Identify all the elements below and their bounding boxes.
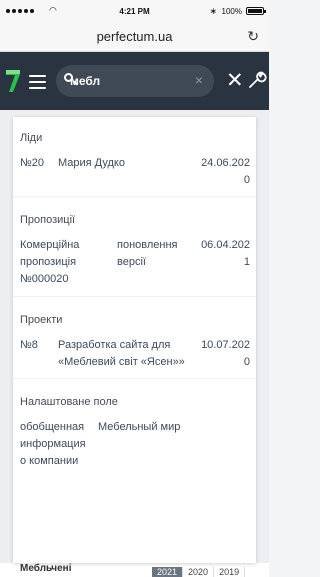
custom-field-label: обобщенная информация о компании	[20, 421, 86, 467]
search-results-dropdown: Ліди №20 Мария Дудко 24.06.202 0 Пропози…	[13, 117, 256, 563]
year-tab[interactable]: 2021	[152, 567, 184, 577]
url-text[interactable]: perfectum.ua	[0, 29, 269, 44]
search-input[interactable]	[70, 65, 190, 97]
result-item[interactable]: Комерційна пропозиція №000020 поновлення…	[13, 237, 256, 289]
result-item[interactable]: №20 Мария Дудко 24.06.202 0	[13, 155, 256, 189]
menu-icon[interactable]	[29, 75, 46, 89]
project-name: Разработка сайта для «Меблевий світ «Ясе…	[58, 339, 185, 368]
lead-date: 24.06.202 0	[201, 157, 250, 186]
proposal-name: Комерційна пропозиція №000020	[20, 239, 80, 285]
widget-title: Мебльчені	[20, 563, 72, 574]
wrench-icon[interactable]	[247, 70, 267, 90]
bluetooth-icon: ∗	[209, 6, 217, 16]
year-tab[interactable]: 2019	[214, 567, 246, 577]
custom-field-value: Мебельный мир	[98, 421, 181, 433]
result-item[interactable]: №8 Разработка сайта для «Меблевий світ «…	[13, 337, 256, 371]
close-icon[interactable]: ✕	[226, 69, 244, 93]
logo-icon[interactable]	[5, 68, 21, 94]
status-bar: ◠ 4:21 PM ∗ 100%	[0, 0, 269, 24]
results-group-custom-field: Налаштоване поле обобщенная информация о…	[13, 379, 256, 469]
group-title: Налаштоване поле	[20, 396, 118, 408]
search-box[interactable]: ×	[56, 65, 214, 97]
results-group-leads: Ліди №20 Мария Дудко 24.06.202 0	[13, 117, 256, 197]
results-group-proposals: Пропозиції Комерційна пропозиція №000020…	[13, 197, 256, 297]
year-tab[interactable]: 2020	[183, 567, 215, 577]
clear-search-icon[interactable]: ×	[195, 72, 203, 88]
project-number: №8	[20, 339, 38, 351]
project-date: 10.07.202 0	[201, 339, 250, 368]
battery-icon	[246, 7, 266, 15]
background-widget: Мебльчені 2021 2020 2019	[0, 563, 269, 577]
lead-number: №20	[20, 157, 45, 169]
battery-percent: 100%	[221, 7, 242, 16]
lead-name: Мария Дудко	[58, 157, 125, 169]
result-item[interactable]: обобщенная информация о компании Мебельн…	[13, 419, 256, 471]
reload-icon[interactable]: ↻	[247, 28, 259, 45]
group-title: Ліди	[20, 132, 43, 144]
proposal-date: 06.04.202 1	[201, 239, 250, 268]
app-header: × ✕	[0, 52, 269, 110]
year-tabs: 2021 2020 2019	[152, 567, 246, 577]
group-title: Пропозиції	[20, 214, 76, 226]
group-title: Проекти	[20, 314, 63, 326]
results-group-projects: Проекти №8 Разработка сайта для «Меблеви…	[13, 297, 256, 379]
proposal-description: поновлення версії	[117, 239, 178, 268]
browser-url-bar[interactable]: perfectum.ua ↻	[0, 24, 269, 52]
